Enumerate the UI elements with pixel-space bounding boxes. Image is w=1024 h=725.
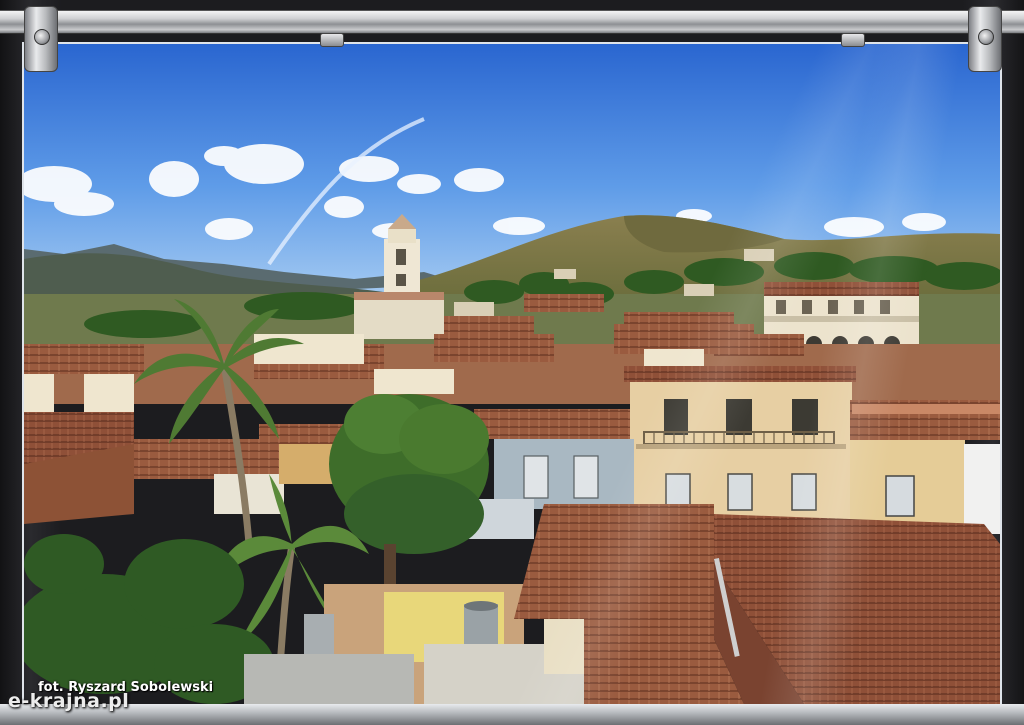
bolt-icon <box>978 29 994 45</box>
large-tree <box>329 394 489 604</box>
rail-clamp-left <box>24 6 58 72</box>
two-storey-house-with-balcony <box>624 366 856 519</box>
bottom-frame-edge <box>0 704 1024 725</box>
framed-photograph <box>24 44 1000 704</box>
rail-clamp-right <box>968 6 1002 72</box>
clip-center-left <box>320 33 344 47</box>
site-watermark: e-krajna.pl <box>8 690 130 712</box>
bolt-icon <box>34 29 50 45</box>
hanging-rail <box>0 10 1024 34</box>
clip-center-right <box>841 33 865 47</box>
corner-house-right <box>850 400 1000 534</box>
left-rooftops <box>24 412 349 524</box>
